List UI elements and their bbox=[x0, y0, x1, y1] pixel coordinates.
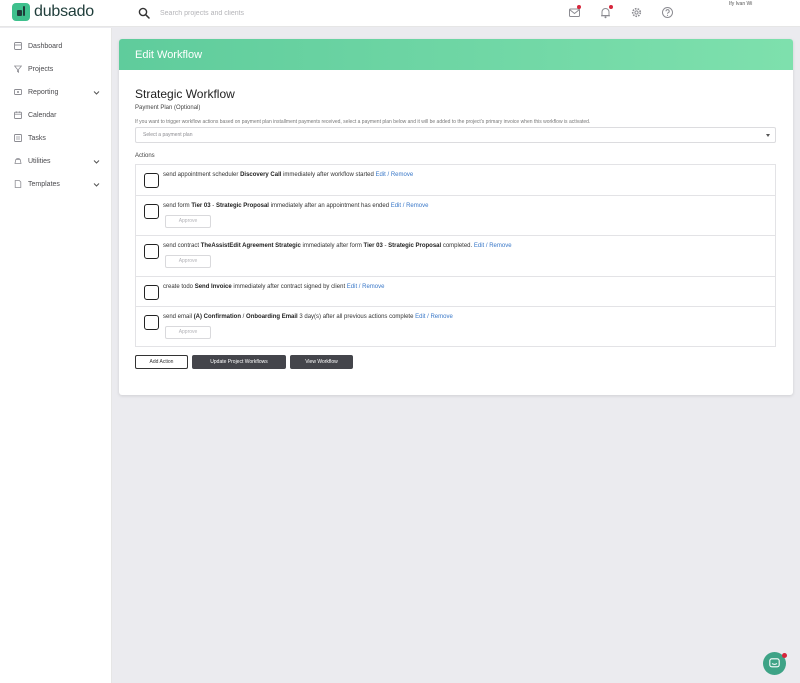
sidebar-item-projects[interactable]: Projects bbox=[0, 59, 112, 79]
action-checkbox[interactable] bbox=[144, 173, 159, 188]
dashboard-icon bbox=[14, 42, 22, 50]
action-checkbox[interactable] bbox=[144, 244, 159, 259]
tasks-icon bbox=[14, 134, 22, 142]
templates-icon bbox=[14, 180, 22, 188]
sidebar-item-reporting[interactable]: Reporting bbox=[0, 82, 112, 102]
action-row: send form Tier 03 - Strategic Proposal i… bbox=[136, 196, 775, 236]
actions-list: send appointment scheduler Discovery Cal… bbox=[135, 164, 776, 347]
action-checkbox[interactable] bbox=[144, 315, 159, 330]
sidebar-item-templates[interactable]: Templates bbox=[0, 174, 112, 194]
page-title: Edit Workflow bbox=[135, 49, 203, 61]
remove-link[interactable]: Remove bbox=[362, 284, 384, 290]
chevron-down-icon[interactable] bbox=[93, 181, 100, 188]
gear-icon[interactable] bbox=[630, 6, 643, 19]
top-bar: dubsado Ify Ivan Wi bbox=[0, 0, 800, 27]
edit-link[interactable]: Edit bbox=[347, 284, 357, 290]
sidebar-item-label: Dashboard bbox=[28, 42, 63, 50]
action-checkbox[interactable] bbox=[144, 285, 159, 300]
sidebar-item-tasks[interactable]: Tasks bbox=[0, 128, 112, 148]
remove-link[interactable]: Remove bbox=[391, 172, 413, 178]
bell-notification-dot bbox=[609, 5, 613, 9]
edit-workflow-panel: Edit Workflow Strategic Workflow Payment… bbox=[119, 39, 793, 395]
logo[interactable]: dubsado bbox=[12, 3, 94, 21]
logo-mark-icon bbox=[12, 3, 30, 21]
sidebar-item-utilities[interactable]: Utilities bbox=[0, 151, 112, 171]
approve-button[interactable]: Approve bbox=[165, 326, 211, 339]
calendar-icon bbox=[14, 111, 22, 119]
chat-icon bbox=[769, 658, 780, 668]
action-row: send contract TheAssistEdit Agreement St… bbox=[136, 236, 775, 277]
view-workflow-button[interactable]: View Workflow bbox=[290, 355, 353, 369]
chevron-down-icon[interactable] bbox=[93, 89, 100, 96]
sidebar-item-dashboard[interactable]: Dashboard bbox=[0, 36, 112, 56]
actions-label: Actions bbox=[135, 153, 155, 159]
payment-plan-select[interactable]: Select a payment plan bbox=[135, 127, 776, 143]
remove-link[interactable]: Remove bbox=[489, 243, 511, 249]
reporting-icon bbox=[14, 89, 22, 95]
sidebar-item-label: Reporting bbox=[28, 88, 59, 96]
action-row: send appointment scheduler Discovery Cal… bbox=[136, 165, 775, 196]
action-description: send contract TheAssistEdit Agreement St… bbox=[163, 243, 512, 249]
sidebar-item-label: Calendar bbox=[28, 111, 57, 119]
action-description: send form Tier 03 - Strategic Proposal i… bbox=[163, 203, 429, 209]
sidebar: Dashboard Projects Reporting Calendar Ta… bbox=[0, 28, 112, 683]
sidebar-item-label: Projects bbox=[28, 65, 54, 73]
edit-link[interactable]: Edit bbox=[474, 243, 484, 249]
workflow-name: Strategic Workflow bbox=[135, 87, 235, 101]
payment-plan-placeholder: Select a payment plan bbox=[143, 132, 193, 138]
update-project-workflows-button[interactable]: Update Project Workflows bbox=[192, 355, 286, 369]
action-description: send appointment scheduler Discovery Cal… bbox=[163, 172, 414, 178]
action-row: send email (A) Confirmation / Onboarding… bbox=[136, 307, 775, 347]
action-row: create todo Send Invoice immediately aft… bbox=[136, 277, 775, 307]
search-input[interactable] bbox=[160, 6, 410, 20]
chat-notification-dot bbox=[782, 653, 787, 658]
chevron-down-icon[interactable] bbox=[93, 158, 100, 165]
add-action-button[interactable]: Add Action bbox=[135, 355, 188, 369]
mail-notification-dot bbox=[577, 5, 581, 9]
approve-button[interactable]: Approve bbox=[165, 215, 211, 228]
edit-link[interactable]: Edit bbox=[375, 172, 385, 178]
payment-plan-label: Payment Plan (Optional) bbox=[135, 105, 201, 111]
action-description: send email (A) Confirmation / Onboarding… bbox=[163, 314, 453, 320]
caret-down-icon bbox=[766, 134, 770, 137]
remove-link[interactable]: Remove bbox=[430, 314, 452, 320]
payment-plan-help: If you want to trigger workflow actions … bbox=[135, 119, 591, 125]
user-name[interactable]: Ify Ivan Wi bbox=[729, 1, 752, 7]
approve-button[interactable]: Approve bbox=[165, 255, 211, 268]
remove-link[interactable]: Remove bbox=[406, 203, 428, 209]
utilities-icon bbox=[14, 158, 22, 164]
action-checkbox[interactable] bbox=[144, 204, 159, 219]
edit-link[interactable]: Edit bbox=[415, 314, 425, 320]
panel-header: Edit Workflow bbox=[119, 39, 793, 70]
sidebar-item-label: Tasks bbox=[28, 134, 46, 142]
edit-link[interactable]: Edit bbox=[391, 203, 401, 209]
sidebar-item-label: Templates bbox=[28, 180, 60, 188]
sidebar-item-calendar[interactable]: Calendar bbox=[0, 105, 112, 125]
sidebar-item-label: Utilities bbox=[28, 157, 51, 165]
projects-icon bbox=[14, 65, 22, 73]
help-icon[interactable] bbox=[661, 6, 674, 19]
action-description: create todo Send Invoice immediately aft… bbox=[163, 284, 385, 290]
logo-text: dubsado bbox=[34, 3, 94, 20]
search-icon[interactable] bbox=[138, 7, 150, 19]
